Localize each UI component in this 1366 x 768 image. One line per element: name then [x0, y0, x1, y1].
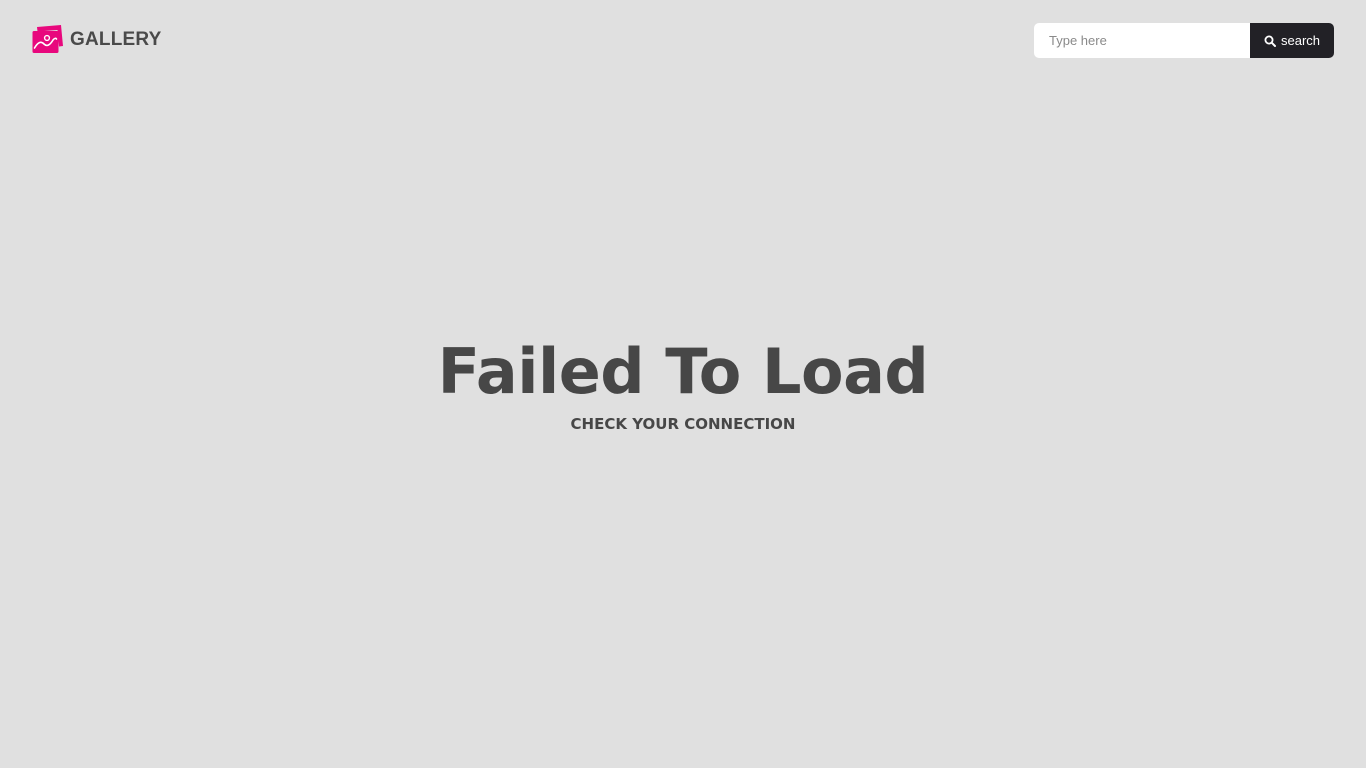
- header: GALLERY search: [0, 0, 1366, 80]
- gallery-photos-icon: [32, 25, 63, 53]
- brand-logo-link[interactable]: GALLERY: [32, 25, 161, 54]
- search-button[interactable]: search: [1250, 23, 1334, 58]
- brand-name: GALLERY: [70, 29, 162, 50]
- error-subtitle: CHECK YOUR CONNECTION: [570, 415, 796, 433]
- error-message: Failed To Load CHECK YOUR CONNECTION: [0, 333, 1366, 435]
- search-input[interactable]: [1034, 23, 1250, 58]
- search-icon: [1264, 35, 1276, 47]
- search-form: search: [1034, 23, 1334, 58]
- error-title: Failed To Load: [437, 335, 929, 408]
- search-button-label: search: [1280, 33, 1321, 48]
